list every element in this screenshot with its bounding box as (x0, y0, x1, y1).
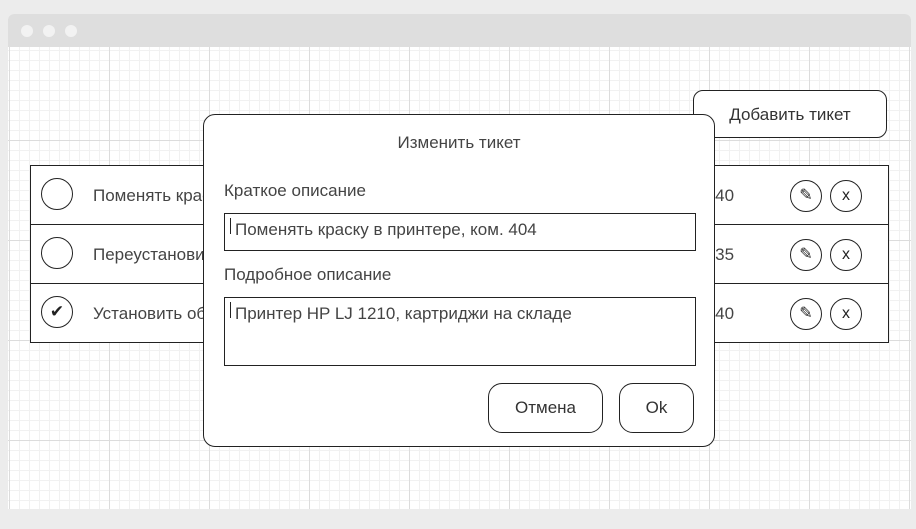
text-caret (230, 218, 231, 234)
long-description-value: Принтер HP LJ 1210, картриджи на складе (235, 304, 572, 323)
short-description-value: Поменять краску в принтере, ком. 404 (235, 220, 537, 239)
close-icon[interactable]: x (830, 180, 862, 212)
ok-button[interactable]: Ok (619, 383, 694, 433)
edit-ticket-modal: Изменить тикет Краткое описание Поменять… (203, 114, 715, 447)
pencil-icon[interactable]: ✎ (790, 298, 822, 330)
ticket-status-checkbox[interactable] (41, 178, 73, 210)
window-dot-maximize[interactable] (65, 25, 77, 37)
close-icon[interactable]: x (830, 298, 862, 330)
checkmark-icon[interactable]: ✔ (41, 296, 73, 328)
close-icon[interactable]: x (830, 239, 862, 271)
long-description-label: Подробное описание (224, 265, 392, 284)
window-dot-close[interactable] (21, 25, 33, 37)
cancel-button[interactable]: Отмена (488, 383, 603, 433)
pencil-icon[interactable]: ✎ (790, 239, 822, 271)
ticket-status-checkbox[interactable] (41, 237, 73, 269)
window-titlebar (8, 14, 911, 47)
add-ticket-button[interactable]: Добавить тикет (693, 90, 887, 138)
window-dot-minimize[interactable] (43, 25, 55, 37)
short-description-label: Краткое описание (224, 181, 366, 200)
long-description-textarea[interactable]: Принтер HP LJ 1210, картриджи на складе (224, 297, 696, 366)
text-caret (230, 302, 231, 318)
browser-window: Добавить тикет Поменять краску в принтер… (8, 14, 911, 509)
modal-title: Изменить тикет (397, 133, 521, 152)
pencil-icon[interactable]: ✎ (790, 180, 822, 212)
short-description-input[interactable]: Поменять краску в принтере, ком. 404 (224, 213, 696, 251)
